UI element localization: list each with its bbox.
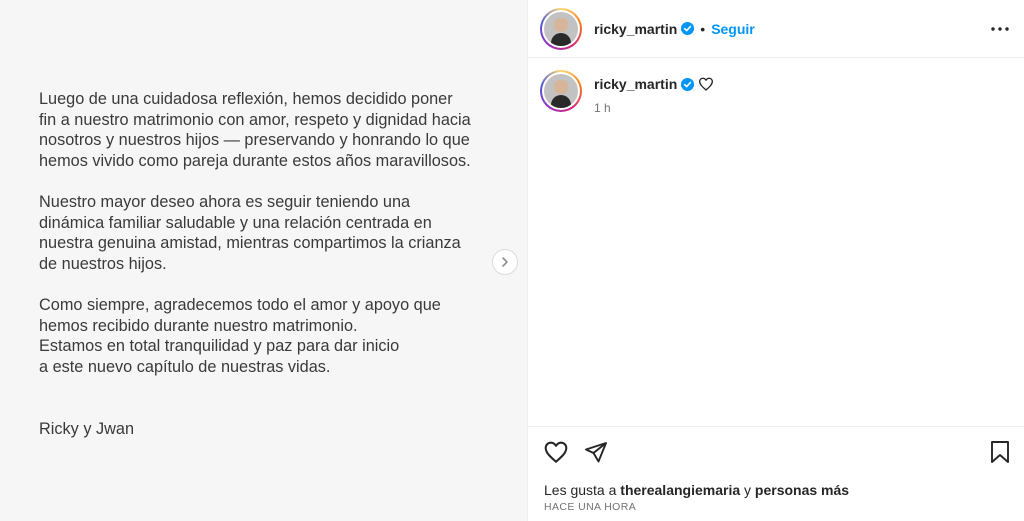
- caption-like-button[interactable]: [698, 76, 714, 92]
- avatar-border: [542, 9, 580, 48]
- caption-row: ricky_martin: [582, 76, 714, 92]
- like-button[interactable]: [542, 438, 570, 466]
- avatar-border: [542, 72, 580, 110]
- text-line: fin a nuestro matrimonio con amor, respe…: [39, 110, 471, 129]
- signature: Ricky y Jwan: [39, 419, 134, 438]
- post-image: Luego de una cuidadosa reflexión, hemos …: [0, 0, 527, 521]
- send-icon: [585, 442, 607, 463]
- likes-prefix: Les gusta a: [544, 482, 617, 498]
- caption-username[interactable]: ricky_martin: [594, 76, 677, 92]
- text-line: dinámica familiar saludable y una relaci…: [39, 213, 432, 232]
- next-image-button[interactable]: [492, 249, 518, 275]
- post-image-text: Luego de una cuidadosa reflexión, hemos …: [39, 89, 491, 439]
- separator-dot: •: [700, 20, 706, 37]
- text-line: Como siempre, agradecemos todo el amor y…: [39, 295, 441, 314]
- more-options-button[interactable]: [990, 19, 1010, 39]
- text-line: hemos recibido durante nuestro matrimoni…: [39, 316, 358, 335]
- post-header: ricky_martin • Seguir: [528, 0, 1024, 58]
- likes-conj: y: [744, 482, 752, 498]
- text-line: Nuestro mayor deseo ahora es seguir teni…: [39, 192, 411, 211]
- verified-badge-icon: [681, 22, 695, 35]
- share-button[interactable]: [582, 438, 610, 466]
- caption-body: ricky_martin 1 h: [582, 76, 714, 115]
- bookmark-icon: [991, 441, 1009, 463]
- follow-button[interactable]: Seguir: [711, 21, 755, 37]
- username[interactable]: ricky_martin: [594, 21, 677, 37]
- text-line: Estamos en total tranquilidad y paz para…: [39, 337, 400, 356]
- divider: [528, 426, 1024, 427]
- chevron-right-icon: [502, 257, 508, 267]
- heart-icon: [544, 441, 568, 463]
- text-line: a este nuevo capítulo de nuestras vidas.: [39, 357, 331, 376]
- post-sidebar: ricky_martin • Seguir ricky_martin 1 h L…: [528, 0, 1024, 521]
- verified-badge-icon: [681, 77, 695, 91]
- liker-username[interactable]: therealangiemaria: [620, 482, 740, 498]
- avatar[interactable]: [540, 7, 582, 50]
- caption: ricky_martin 1 h: [540, 70, 1012, 115]
- heart-icon: [699, 77, 714, 91]
- text-line: de nuestros hijos.: [39, 254, 167, 273]
- text-line: nosotros y nuestros hijos — preservando …: [39, 131, 470, 150]
- likes-summary: Les gusta a therealangiemaria y personas…: [544, 482, 849, 498]
- caption-time: 1 h: [594, 101, 611, 115]
- action-bar: [542, 438, 1014, 466]
- paragraph-2: Nuestro mayor deseo ahora es seguir teni…: [39, 192, 491, 274]
- paragraph-1: Luego de una cuidadosa reflexión, hemos …: [39, 89, 491, 171]
- text-line: Luego de una cuidadosa reflexión, hemos …: [39, 90, 453, 108]
- text-line: hemos vivido como pareja durante estos a…: [39, 151, 471, 170]
- likes-others-link[interactable]: personas más: [755, 482, 849, 498]
- save-button[interactable]: [986, 438, 1014, 466]
- text-line: nuestra genuina amistad, mientras compar…: [39, 234, 461, 253]
- more-options-icon: [991, 27, 1009, 31]
- caption-avatar[interactable]: [540, 70, 582, 112]
- paragraph-3: Como siempre, agradecemos todo el amor y…: [39, 295, 491, 377]
- post-timestamp[interactable]: HACE UNA HORA: [544, 501, 636, 513]
- avatar-photo: [544, 11, 578, 46]
- avatar-photo: [544, 74, 578, 108]
